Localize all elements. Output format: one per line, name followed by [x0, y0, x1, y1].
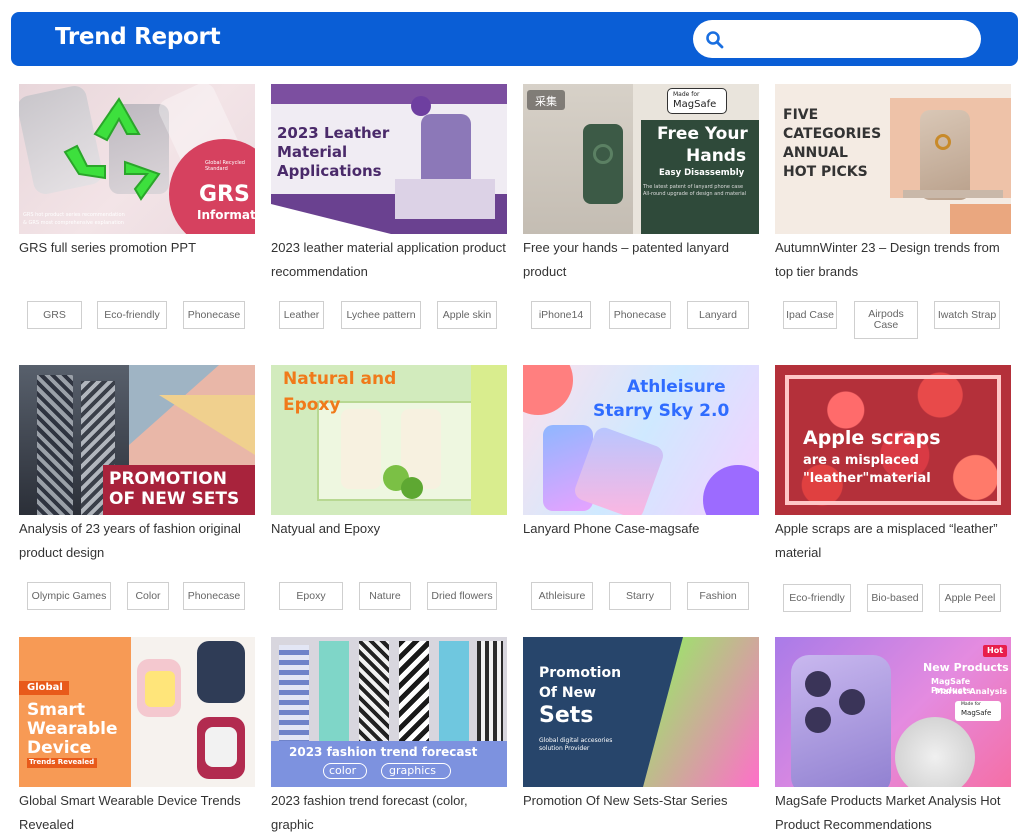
tag-chip[interactable]: Iwatch Strap: [934, 301, 1000, 329]
search-icon: [706, 31, 724, 49]
card-title[interactable]: Analysis of 23 years of fashion original…: [19, 517, 259, 565]
thumb-headline: Material: [277, 143, 348, 161]
thumb-headline: Epoxy: [283, 395, 341, 415]
search-input[interactable]: [733, 28, 963, 50]
thumb-headline: OF NEW SETS: [109, 489, 240, 509]
magsafe-badge: MagSafe: [673, 99, 717, 110]
tag-chip[interactable]: Eco-friendly: [783, 584, 851, 612]
thumb-headline: New Products: [923, 661, 1009, 674]
card-title[interactable]: Lanyard Phone Case-magsafe: [523, 517, 763, 541]
thumb-note: Global digital accesories: [539, 737, 613, 744]
thumb-headline: FIVE: [783, 107, 819, 123]
tag-chip[interactable]: Phonecase: [183, 582, 245, 610]
thumb-subline: Market Analysis: [935, 687, 1007, 696]
thumb-note: All-round upgrade of design and material: [643, 191, 747, 197]
thumb-headline: Starry Sky 2.0: [593, 401, 730, 421]
thumb-headline: Natural and: [283, 369, 397, 389]
tag-chip[interactable]: Leather: [279, 301, 324, 329]
tag-chip[interactable]: Apple Peel: [939, 584, 1001, 612]
card-title[interactable]: GRS full series promotion PPT: [19, 236, 259, 260]
card-thumbnail[interactable]: PROMOTION OF NEW SETS: [19, 365, 255, 515]
tag-chip[interactable]: Phonecase: [609, 301, 671, 329]
thumb-pill: color: [329, 764, 357, 777]
thumb-note: solution Provider: [539, 745, 590, 752]
thumb-tag: Global: [27, 682, 63, 693]
card-thumbnail[interactable]: FIVE CATEGORIES ANNUAL HOT PICKS: [775, 84, 1011, 234]
thumb-headline: Hands: [686, 146, 747, 166]
card-thumbnail[interactable]: Promotion Of New Sets Global digital acc…: [523, 637, 759, 787]
thumb-headline: Smart: [27, 700, 85, 720]
thumb-headline: Wearable: [27, 719, 118, 739]
thumb-headline: Athleisure: [627, 377, 726, 397]
thumb-headline: Of New: [539, 685, 597, 701]
tag-chip[interactable]: Airpods Case: [854, 301, 918, 339]
card-title[interactable]: Natyual and Epoxy: [271, 517, 511, 541]
thumb-headline: Apple scraps: [803, 427, 941, 449]
card-thumbnail[interactable]: 采集 Made for MagSafe Free Your Hands Easy…: [523, 84, 759, 234]
thumb-badge: Global Recycled Standard: [205, 160, 245, 172]
thumb-note: The latest patent of lanyard phone case: [643, 184, 744, 190]
card-thumbnail[interactable]: Natural and Epoxy: [271, 365, 507, 515]
thumb-headline: 2023 Leather: [277, 124, 390, 142]
card-title[interactable]: Apple scraps are a misplaced “leather” m…: [775, 517, 1015, 565]
hot-badge: Hot: [987, 646, 1004, 655]
card-thumbnail[interactable]: Athleisure Starry Sky 2.0: [523, 365, 759, 515]
tag-chip[interactable]: Olympic Games: [27, 582, 111, 610]
thumb-headline: GRS: [199, 182, 250, 207]
thumb-subline: Easy Disassembly: [659, 168, 745, 178]
thumb-headline: Promotion: [539, 665, 622, 681]
thumb-headline: Applications: [277, 162, 382, 180]
thumb-headline: ANNUAL: [783, 145, 848, 161]
thumb-headline: CATEGORIES: [783, 126, 882, 142]
thumb-subline: are a misplaced: [803, 453, 919, 468]
page-title: Trend Report: [55, 24, 221, 50]
thumb-subline: "leather"material: [803, 471, 931, 486]
thumb-headline: 2023 fashion trend forecast: [289, 745, 478, 759]
card-thumbnail[interactable]: 2023 Leather Material Applications: [271, 84, 507, 234]
thumb-pill: graphics: [389, 764, 437, 777]
magsafe-badge: MagSafe: [961, 709, 992, 717]
tag-chip[interactable]: Eco-friendly: [97, 301, 167, 329]
thumb-subline: Trends Revealed: [29, 758, 95, 766]
card-title[interactable]: Free your hands – patented lanyard produ…: [523, 236, 763, 284]
card-thumbnail[interactable]: Global Smart Wearable Device Trends Reve…: [19, 637, 255, 787]
thumb-headline: HOT PICKS: [783, 164, 868, 180]
tag-chip[interactable]: Athleisure: [531, 582, 593, 610]
card-title[interactable]: AutumnWinter 23 – Design trends from top…: [775, 236, 1015, 284]
collect-tag[interactable]: 采集: [535, 93, 557, 109]
tag-chip[interactable]: Starry: [609, 582, 671, 610]
thumb-note: & GRS most comprehensive explanation: [23, 220, 124, 226]
card-thumbnail[interactable]: 2023 fashion trend forecast color graphi…: [271, 637, 507, 787]
magsafe-badge: Made for: [961, 702, 981, 707]
tag-chip[interactable]: Dried flowers: [427, 582, 497, 610]
card-title[interactable]: 2023 leather material application produc…: [271, 236, 511, 284]
thumb-headline: Free Your: [657, 124, 748, 144]
tag-chip[interactable]: Lanyard: [687, 301, 749, 329]
thumb-note: GRS hot product series recommendation: [23, 212, 125, 218]
tag-chip[interactable]: Nature: [359, 582, 411, 610]
card-title[interactable]: Promotion Of New Sets-Star Series: [523, 789, 763, 813]
thumb-subline: Information: [197, 208, 255, 222]
thumb-headline: Device: [27, 738, 92, 758]
card-thumbnail[interactable]: Apple scraps are a misplaced "leather"ma…: [775, 365, 1011, 515]
tag-chip[interactable]: Lychee pattern: [341, 301, 421, 329]
search-box[interactable]: [693, 20, 981, 58]
card-thumbnail[interactable]: Hot New Products MagSafe Products Market…: [775, 637, 1011, 787]
thumb-headline: PROMOTION: [109, 469, 227, 489]
tag-chip[interactable]: Fashion: [687, 582, 749, 610]
tag-chip[interactable]: Epoxy: [279, 582, 343, 610]
tag-chip[interactable]: GRS: [27, 301, 82, 329]
tag-chip[interactable]: Ipad Case: [783, 301, 837, 329]
magsafe-badge: Made for: [673, 91, 700, 98]
tag-chip[interactable]: Apple skin: [437, 301, 497, 329]
tag-chip[interactable]: Phonecase: [183, 301, 245, 329]
card-thumbnail[interactable]: GRS Information Global Recycled Standard…: [19, 84, 255, 234]
recycle-icon: [63, 97, 161, 201]
header-bar: Trend Report: [11, 12, 1018, 66]
tag-chip[interactable]: iPhone14: [531, 301, 591, 329]
tag-chip[interactable]: Color: [127, 582, 169, 610]
tag-chip[interactable]: Bio-based: [867, 584, 923, 612]
thumb-headline: Sets: [539, 703, 594, 728]
